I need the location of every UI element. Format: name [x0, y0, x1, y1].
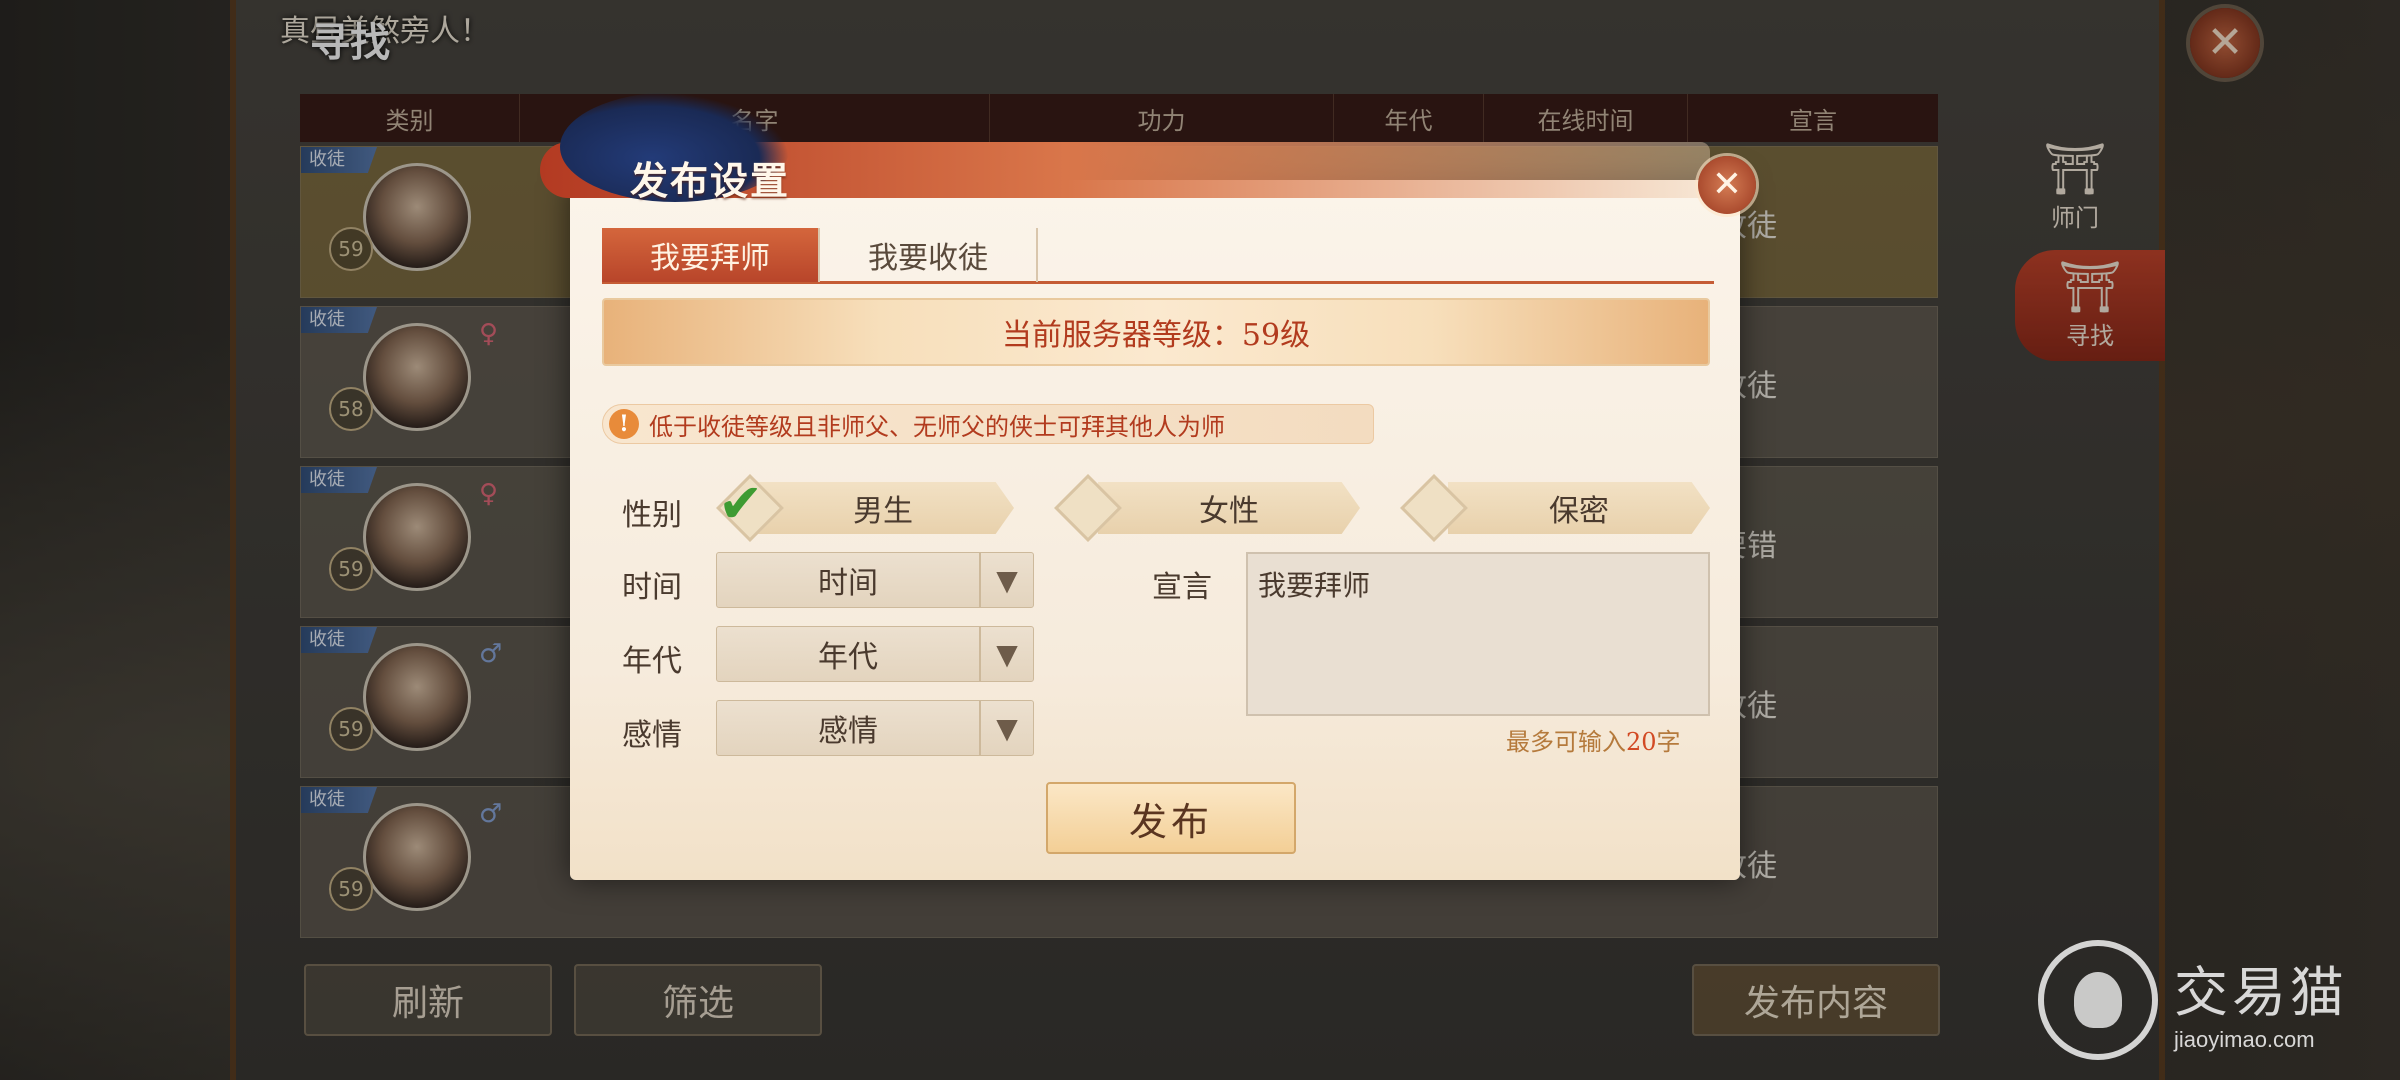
time-value: 时间	[818, 566, 878, 601]
server-level-bar: 当前服务器等级：59级	[602, 298, 1710, 366]
chevron-down-icon: ▼	[979, 553, 1033, 607]
server-level-text: 当前服务器等级：59级	[1001, 318, 1311, 353]
era-label: 年代	[622, 644, 682, 679]
gender-option-male[interactable]: 男生	[752, 482, 1014, 534]
watermark-en: jiaoyimao.com	[2174, 1026, 2315, 1052]
tab-take-disciple[interactable]: 我要收徒	[820, 228, 1038, 282]
dialog-close-button[interactable]: ✕	[1698, 156, 1756, 214]
declaration-input[interactable]: 我要拜师	[1246, 552, 1710, 716]
char-limit-hint: 最多可输入20字	[1506, 722, 1681, 757]
watermark: 交易猫 jiaoyimao.com	[2038, 940, 2348, 1060]
era-value: 年代	[818, 640, 878, 675]
dialog-tabs: 我要拜师 我要收徒	[602, 228, 1714, 284]
warning-icon: !	[609, 409, 639, 439]
limit-number: 20	[1626, 728, 1657, 756]
era-dropdown[interactable]: 年代 ▼	[716, 626, 1034, 682]
emotion-label: 感情	[622, 718, 682, 753]
gender-option-female[interactable]: 女性	[1098, 482, 1360, 534]
tab-seek-master[interactable]: 我要拜师	[602, 228, 820, 282]
emotion-dropdown[interactable]: 感情 ▼	[716, 700, 1034, 756]
watermark-cn: 交易猫	[2174, 960, 2348, 1024]
time-label: 时间	[622, 570, 682, 605]
gender-option-secret[interactable]: 保密	[1448, 482, 1710, 534]
close-icon: ✕	[1711, 164, 1743, 205]
checkmark-icon: ✔	[718, 472, 764, 535]
declaration-label: 宣言	[1152, 570, 1212, 605]
limit-prefix: 最多可输入	[1506, 728, 1626, 756]
gender-label: 性别	[622, 498, 682, 533]
chevron-down-icon: ▼	[979, 701, 1033, 755]
option-label: 保密	[1549, 494, 1609, 529]
chevron-down-icon: ▼	[979, 627, 1033, 681]
emotion-value: 感情	[818, 714, 878, 749]
notice-bar: ! 低于收徒等级且非师父、无师父的侠士可拜其他人为师	[602, 404, 1374, 444]
time-dropdown[interactable]: 时间 ▼	[716, 552, 1034, 608]
dialog-title: 发布设置	[630, 158, 791, 203]
option-label: 女性	[1199, 494, 1259, 529]
limit-suffix: 字	[1656, 728, 1681, 756]
publish-button[interactable]: 发布	[1046, 782, 1296, 854]
option-label: 男生	[853, 494, 913, 529]
notice-text: 低于收徒等级且非师父、无师父的侠士可拜其他人为师	[649, 412, 1225, 441]
cat-logo-icon	[2038, 940, 2158, 1060]
